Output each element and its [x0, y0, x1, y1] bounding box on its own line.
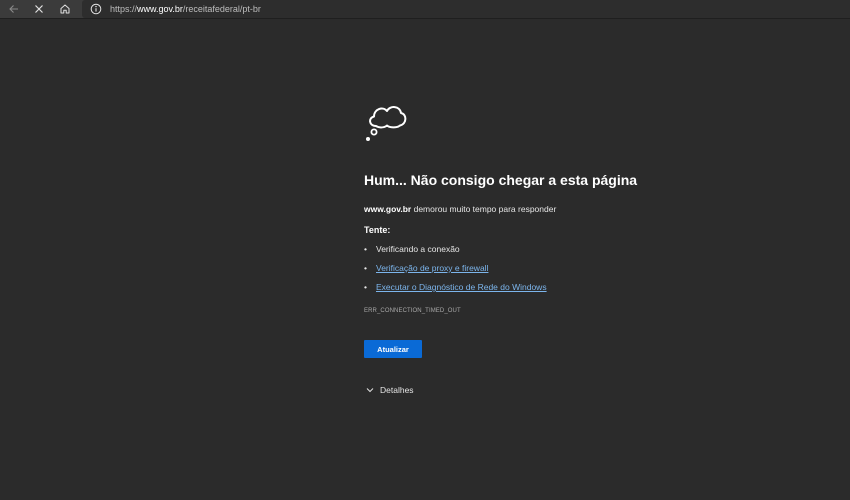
error-description-text: demorou muito tempo para responder: [411, 204, 557, 214]
home-button[interactable]: [54, 0, 76, 18]
details-label: Detalhes: [380, 385, 414, 395]
url-text[interactable]: https://www.gov.br/receitafederal/pt-br: [110, 2, 261, 16]
home-icon: [60, 4, 70, 14]
suggestion-list: • Verificando a conexão • Verificação de p…: [364, 242, 547, 299]
url-prefix: https://: [110, 4, 138, 14]
suggestion-check-connection: Verificando a conexão: [376, 244, 460, 254]
proxy-firewall-link[interactable]: Verificação de proxy e firewall: [376, 263, 488, 273]
try-label: Tente:: [364, 225, 391, 235]
network-diagnostics-link[interactable]: Executar o Diagnóstico de Rede do Window…: [376, 282, 547, 292]
list-item: • Verificando a conexão: [364, 244, 460, 254]
details-toggle[interactable]: Detalhes: [366, 385, 414, 395]
arrow-left-icon: [9, 5, 18, 13]
address-bar[interactable]: https://www.gov.br/receitafederal/pt-br: [82, 0, 850, 18]
close-icon: [35, 5, 43, 13]
error-code: ERR_CONNECTION_TIMED_OUT: [364, 308, 461, 314]
cloud-thought-icon: [366, 106, 407, 141]
error-title: Hum... Não consigo chegar a esta página: [364, 172, 638, 188]
url-host: www.gov.br: [137, 4, 183, 14]
list-item: • Executar o Diagnóstico de Rede do Windo…: [364, 282, 547, 292]
stop-button[interactable]: [28, 0, 50, 18]
info-icon[interactable]: [90, 3, 102, 15]
error-host: www.gov.br: [364, 204, 412, 214]
error-description: www.gov.br demorou muito tempo para resp…: [364, 204, 556, 214]
refresh-button[interactable]: Atualizar: [364, 340, 422, 358]
chevron-down-icon: [366, 388, 374, 393]
back-button[interactable]: [3, 0, 25, 18]
list-item: • Verificação de proxy e firewall: [364, 263, 489, 273]
browser-toolbar: https://www.gov.br/receitafederal/pt-br: [0, 0, 850, 19]
url-path: /receitafederal/pt-br: [182, 4, 261, 14]
